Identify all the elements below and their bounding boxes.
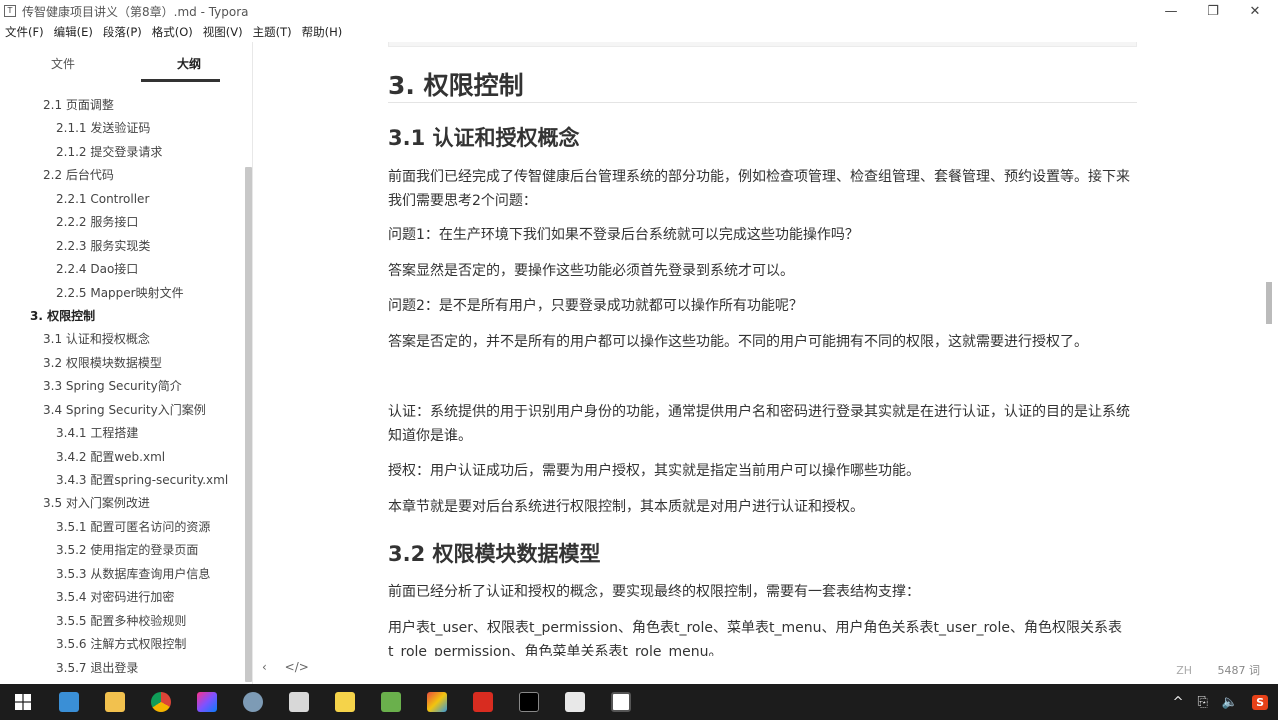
intellij-icon[interactable] (184, 684, 230, 720)
paragraph: 答案显然是否定的，要操作这些功能必须首先登录到系统才可以。 (388, 263, 794, 279)
folder-icon[interactable] (92, 684, 138, 720)
paragraph: 问题1：在生产环境下我们如果不登录后台系统就可以完成这些功能操作吗？ (388, 227, 859, 243)
editor-scrollbar[interactable] (1266, 282, 1272, 324)
chrome-icon[interactable] (138, 684, 184, 720)
menu-bar: 文件(F) 编辑(E) 段落(P) 格式(O) 视图(V) 主题(T) 帮助(H… (0, 22, 1278, 42)
outline-item[interactable]: 2.2.5 Mapper映射文件 (0, 282, 244, 305)
outline-item[interactable]: 3.4.1 工程搭建 (0, 422, 244, 445)
back-icon[interactable]: ‹ (262, 660, 267, 674)
outline-item[interactable]: 2.1 页面调整 (0, 94, 244, 117)
outline-item[interactable]: 2.1.2 提交登录请求 (0, 141, 244, 164)
input-language: ZH (1176, 664, 1192, 677)
paragraph: 问题2：是不是所有用户，只要登录成功就都可以操作所有功能呢？ (388, 298, 803, 314)
bird-app-icon[interactable] (230, 684, 276, 720)
green-app-icon[interactable] (368, 684, 414, 720)
editor-content[interactable]: 3. 权限控制 3.1 认证和授权概念 前面我们已经完成了传智健康后台管理系统的… (254, 42, 1272, 684)
menu-paragraph[interactable]: 段落(P) (98, 24, 147, 40)
menu-view[interactable]: 视图(V) (198, 24, 248, 40)
photo-app-icon[interactable] (276, 684, 322, 720)
tray-expand-icon[interactable]: ^ (1173, 695, 1184, 710)
paragraph: 答案是否定的，并不是所有的用户都可以操作这些功能。不同的用户可能拥有不同的权限，… (388, 334, 1088, 350)
outline-item[interactable]: 3.5.5 配置多种校验规则 (0, 610, 244, 633)
system-tray: ^ ⎘ 🔈 S (1166, 684, 1278, 720)
heading-3-2: 3.2 权限模块数据模型 (388, 542, 601, 566)
outline-item[interactable]: 3.4.2 配置web.xml (0, 446, 244, 469)
outline-item[interactable]: 3.5.6 注解方式权限控制 (0, 633, 244, 656)
menu-help[interactable]: 帮助(H) (297, 24, 348, 40)
sidebar: 文件 大纲 2.1 页面调整 2.1.1 发送验证码 2.1.2 提交登录请求 2.2… (0, 42, 253, 684)
tab-outline[interactable]: 大纲 (126, 42, 252, 84)
input-method-icon[interactable]: S (1252, 694, 1268, 710)
word-count[interactable]: 5487 词 (1218, 664, 1261, 677)
volume-icon[interactable]: 🔈 (1222, 695, 1238, 710)
redis-app-icon[interactable] (460, 684, 506, 720)
title-bar: T 传智健康项目讲义（第8章）.md - Typora — ❐ ✕ (0, 0, 1278, 22)
window-title: 传智健康项目讲义（第8章）.md - Typora (22, 4, 249, 19)
sidebar-scrollbar[interactable] (245, 167, 252, 682)
typora-taskbar-icon[interactable] (598, 684, 644, 720)
outline-item[interactable]: 3.4.3 配置spring-security.xml (0, 469, 244, 492)
paragraph: 前面我们已经完成了传智健康后台管理系统的部分功能，例如检查项管理、检查组管理、套… (388, 169, 1130, 209)
outline-item[interactable]: 3.1 认证和授权概念 (0, 328, 244, 351)
source-code-mode-icon[interactable]: </> (285, 660, 309, 674)
taskbar: ^ ⎘ 🔈 S (0, 684, 1278, 720)
windows-start-icon[interactable] (0, 684, 46, 720)
heading-divider (388, 102, 1137, 103)
outline-item[interactable]: 3.3 Spring Security简介 (0, 375, 244, 398)
menu-file[interactable]: 文件(F) (0, 24, 49, 40)
outline-item[interactable]: 3.5.7 退出登录 (0, 657, 244, 680)
paragraph: 本章节就是要对后台系统进行权限控制，其本质就是对用户进行认证和授权。 (388, 499, 864, 515)
terminal-icon[interactable] (506, 684, 552, 720)
outline-item[interactable]: 3.5.1 配置可匿名访问的资源 (0, 516, 244, 539)
outline-item[interactable]: 3.5.4 对密码进行加密 (0, 586, 244, 609)
outline-item[interactable]: 3.2 权限模块数据模型 (0, 352, 244, 375)
status-bar: ‹ </> ZH 5487 词 (254, 656, 1278, 682)
notes-app-icon[interactable] (322, 684, 368, 720)
heading-3-1: 3.1 认证和授权概念 (388, 126, 580, 150)
outline-item[interactable]: 3. 权限控制 (0, 305, 244, 328)
outline-item[interactable]: 3.5 对入门案例改进 (0, 492, 244, 515)
network-icon[interactable]: ⎘ (1197, 695, 1207, 710)
heading-1: 3. 权限控制 (388, 71, 524, 100)
paragraph: 认证：系统提供的用于识别用户身份的功能，通常提供用户名和密码进行登录其实就是在进… (388, 404, 1130, 444)
paragraph: 授权：用户认证成功后，需要为用户授权，其实就是指定当前用户可以操作哪些功能。 (388, 463, 920, 479)
code-block-edge (388, 42, 1137, 47)
sidebar-tabs: 文件 大纲 (0, 42, 252, 84)
active-tab-indicator (141, 79, 220, 82)
outline-item[interactable]: 2.2 后台代码 (0, 164, 244, 187)
outline-item[interactable]: 2.2.1 Controller (0, 188, 244, 211)
menu-theme[interactable]: 主题(T) (248, 24, 297, 40)
colorful-app-icon[interactable] (414, 684, 460, 720)
tab-files[interactable]: 文件 (0, 42, 126, 84)
menu-edit[interactable]: 编辑(E) (49, 24, 98, 40)
outline-item[interactable]: 3.4 Spring Security入门案例 (0, 399, 244, 422)
menu-format[interactable]: 格式(O) (147, 24, 198, 40)
explorer-icon[interactable] (46, 684, 92, 720)
outline-item[interactable]: 2.2.3 服务实现类 (0, 235, 244, 258)
outline-list: 2.1 页面调整 2.1.1 发送验证码 2.1.2 提交登录请求 2.2 后台代码 2… (0, 94, 244, 680)
close-button[interactable]: ✕ (1232, 0, 1278, 22)
outline-item[interactable]: 3.5.3 从数据库查询用户信息 (0, 563, 244, 586)
outline-item[interactable]: 3.5.2 使用指定的登录页面 (0, 539, 244, 562)
window-app-icon[interactable] (552, 684, 598, 720)
outline-item[interactable]: 2.2.4 Dao接口 (0, 258, 244, 281)
typora-app-icon: T (4, 5, 16, 17)
outline-item[interactable]: 2.1.1 发送验证码 (0, 117, 244, 140)
paragraph: 前面已经分析了认证和授权的概念，要实现最终的权限控制，需要有一套表结构支撑： (388, 584, 920, 600)
minimize-button[interactable]: — (1148, 0, 1194, 22)
maximize-button[interactable]: ❐ (1190, 0, 1236, 22)
outline-item[interactable]: 2.2.2 服务接口 (0, 211, 244, 234)
